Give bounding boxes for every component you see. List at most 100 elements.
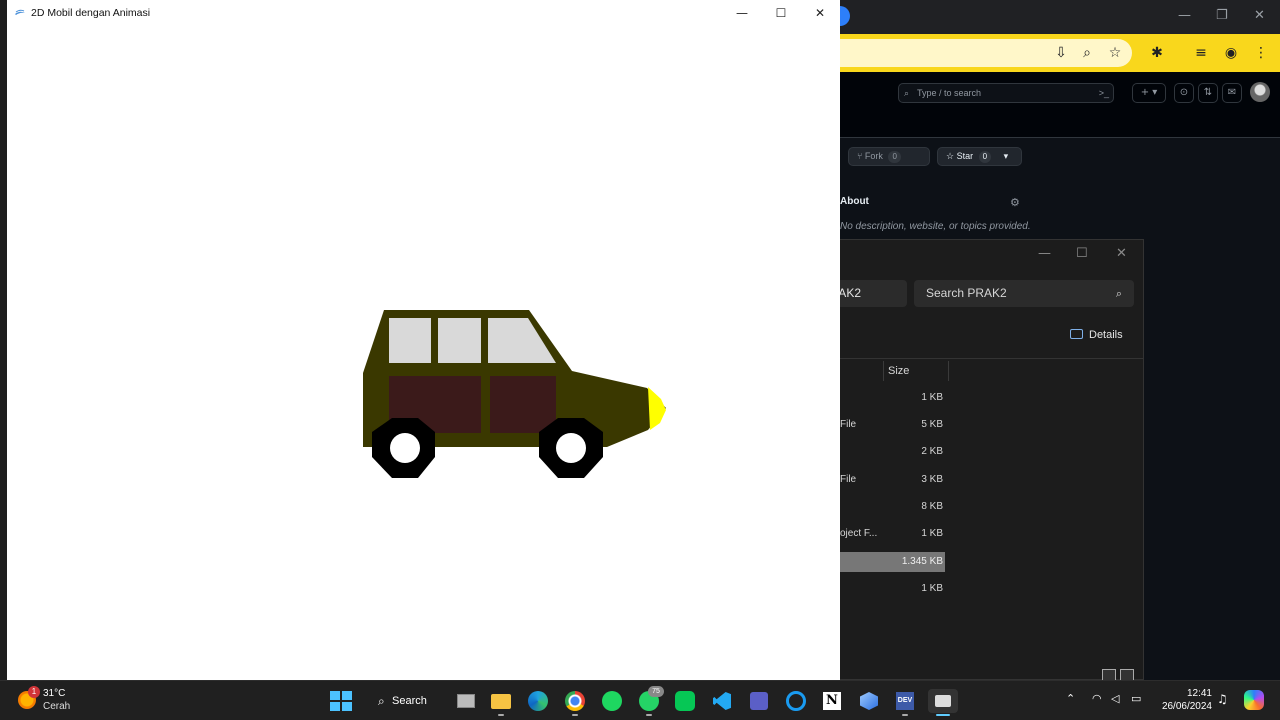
running-indicator — [646, 714, 652, 716]
file-explorer-icon[interactable] — [489, 689, 513, 713]
file-row-selected[interactable]: 1.345 KB — [840, 552, 945, 572]
profile-icon[interactable]: ◉ — [1222, 44, 1240, 62]
file-row[interactable]: oject F... 1 KB — [840, 524, 945, 544]
start-button[interactable] — [328, 689, 352, 713]
edge-icon[interactable] — [526, 689, 550, 713]
file-row[interactable]: 1 KB — [840, 579, 945, 599]
file-size: 8 KB — [921, 501, 943, 512]
github-header: ⌕ Type / to search >_ + ▾ ⊙ ⇅ ✉ — [840, 72, 1280, 138]
divider — [840, 358, 1144, 359]
windows-logo-quad — [342, 691, 352, 700]
about-title: About — [840, 196, 869, 207]
fork-count: 0 — [888, 151, 901, 163]
chrome-close-button[interactable]: ✕ — [1254, 8, 1265, 23]
notification-bell-icon[interactable]: ♫ — [1217, 692, 1228, 706]
avatar[interactable] — [1250, 82, 1270, 102]
file-name: File — [840, 419, 857, 430]
car-headlight — [648, 387, 666, 430]
chrome-toolbar: ⇩ ⌕ ☆ ✱ ≡ ◉ ⋮ — [840, 34, 1280, 72]
extensions-icon[interactable]: ✱ — [1148, 44, 1166, 62]
explorer-search-input[interactable]: Search PRAK2 ⌕ — [914, 280, 1134, 307]
chrome-maximize-button[interactable]: ❐ — [1216, 8, 1228, 23]
file-row[interactable]: 1 KB — [840, 388, 945, 408]
chrome-menu-icon[interactable]: ⋮ — [1252, 44, 1270, 62]
gear-icon[interactable]: ⚙ — [1010, 196, 1020, 209]
chrome-minimize-button[interactable]: — — [1178, 8, 1191, 23]
fork-icon: ⑂ — [857, 151, 863, 161]
weather-badge: 1 — [28, 686, 40, 698]
car-window-middle — [438, 318, 481, 363]
car-hubcap-front — [556, 433, 586, 463]
file-name: oject F... — [840, 528, 878, 539]
drawing-canvas — [363, 310, 666, 478]
details-button[interactable]: Details — [1070, 329, 1123, 341]
line-icon[interactable] — [673, 689, 697, 713]
java-app-taskbar-icon[interactable] — [928, 689, 958, 713]
explorer-path-box[interactable]: PRAK2 — [822, 280, 907, 307]
notion-icon[interactable]: N — [820, 689, 844, 713]
car-hubcap-rear — [390, 433, 420, 463]
github-search-placeholder: Type / to search — [917, 88, 982, 98]
volume-icon[interactable]: ◁ — [1111, 692, 1119, 705]
wifi-icon[interactable]: ◠ — [1092, 692, 1102, 705]
close-button[interactable]: ✕ — [805, 5, 835, 21]
file-row[interactable]: 2 KB — [840, 442, 945, 462]
chrome-icon[interactable] — [563, 689, 587, 713]
zoom-icon[interactable]: ⌕ — [1078, 44, 1096, 62]
column-header-size[interactable]: Size — [883, 361, 949, 381]
file-size: 1 KB — [921, 528, 943, 539]
media-queue-icon[interactable]: ≡ — [1192, 44, 1210, 62]
dev-cpp-icon[interactable]: DEV — [893, 689, 917, 713]
copilot-icon[interactable] — [1244, 690, 1264, 710]
file-name: File — [840, 474, 857, 485]
explorer-maximize-button[interactable]: ☐ — [1076, 246, 1088, 261]
clock-date[interactable]: 26/06/2024 — [1146, 701, 1212, 712]
file-size: 1 KB — [921, 583, 943, 594]
install-app-icon[interactable]: ⇩ — [1052, 44, 1070, 62]
explorer-search-placeholder: Search PRAK2 — [926, 286, 1007, 300]
chevron-up-icon[interactable]: ⌃ — [1066, 692, 1075, 705]
minimize-button[interactable]: — — [727, 5, 757, 21]
postman-icon[interactable] — [784, 689, 808, 713]
teams-icon[interactable] — [747, 689, 771, 713]
app-cube-icon[interactable] — [857, 689, 881, 713]
file-row[interactable]: 8 KB — [840, 497, 945, 517]
app-titlebar: 2D Mobil dengan Animasi — ☐ ✕ — [7, 0, 840, 27]
chevron-down-icon[interactable]: ▾ — [1004, 151, 1009, 161]
taskbar-search-label: Search — [392, 695, 427, 707]
spotify-icon[interactable] — [600, 689, 624, 713]
running-indicator — [498, 714, 504, 716]
file-row[interactable]: File 5 KB — [840, 415, 945, 435]
create-new-button[interactable]: + ▾ — [1132, 83, 1166, 103]
running-indicator — [902, 714, 908, 716]
issues-icon[interactable]: ⊙ — [1174, 83, 1194, 103]
taskbar-search-button[interactable]: ⌕ Search — [366, 689, 438, 713]
maximize-button[interactable]: ☐ — [766, 5, 796, 21]
weather-temperature[interactable]: 31°C — [43, 688, 65, 699]
chrome-tab-edge[interactable] — [840, 6, 850, 26]
search-icon: ⌕ — [904, 88, 910, 98]
battery-icon[interactable]: ▭ — [1131, 692, 1141, 705]
explorer-minimize-button[interactable]: — — [1038, 246, 1051, 261]
file-row[interactable]: File 3 KB — [840, 470, 945, 490]
star-icon: ☆ — [946, 151, 955, 161]
fork-button[interactable]: ⑂ Fork 0 — [848, 147, 930, 166]
details-pane-icon — [1070, 329, 1083, 339]
command-palette-icon[interactable]: >_ — [1099, 86, 1109, 100]
vscode-icon[interactable] — [710, 689, 734, 713]
task-view-icon[interactable] — [454, 689, 478, 713]
star-button[interactable]: ☆ Star 0 ▾ — [937, 147, 1022, 166]
pull-requests-icon[interactable]: ⇅ — [1198, 83, 1218, 103]
windows-logo-quad — [342, 702, 352, 711]
clock-time[interactable]: 12:41 — [1168, 688, 1212, 699]
weather-condition[interactable]: Cerah — [43, 701, 70, 712]
chrome-titlebar: — ❐ ✕ — [840, 0, 1280, 34]
windows-logo-quad — [330, 702, 340, 711]
github-search-input[interactable]: ⌕ Type / to search >_ — [898, 83, 1114, 103]
explorer-close-button[interactable]: ✕ — [1116, 246, 1127, 261]
inbox-icon[interactable]: ✉ — [1222, 83, 1242, 103]
about-description: No description, website, or topics provi… — [840, 221, 1031, 232]
file-size: 1 KB — [921, 392, 943, 403]
search-icon: ⌕ — [378, 694, 385, 708]
bookmark-star-icon[interactable]: ☆ — [1106, 44, 1124, 62]
